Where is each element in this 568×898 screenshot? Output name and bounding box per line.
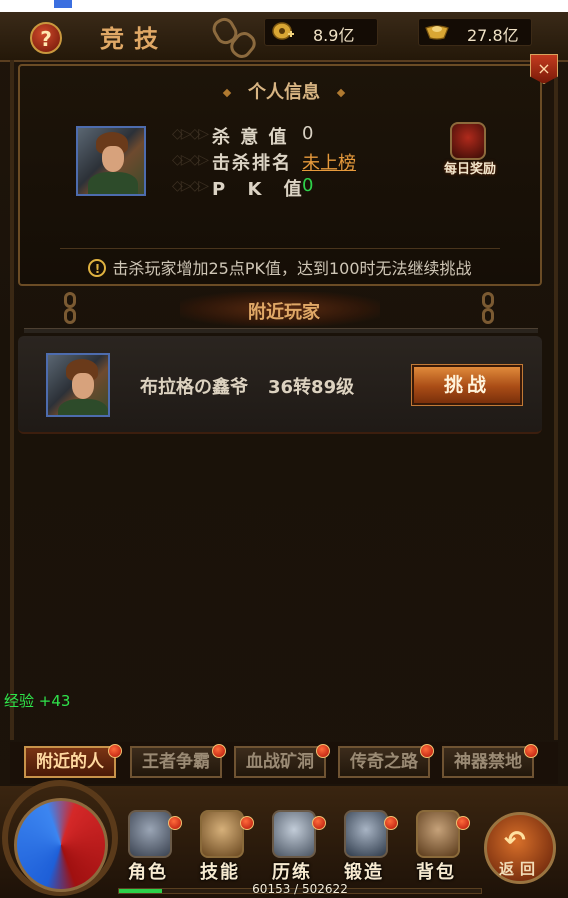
notification-dot [316,744,330,758]
kill-intent-value: 0 [302,123,314,144]
menu-label: 历练 [272,862,312,883]
notification-dot [420,744,434,758]
notification-dot [212,744,226,758]
gift-box-icon [450,122,486,160]
menu-skills[interactable]: 技能 [190,806,254,886]
backpack-icon [416,810,460,858]
return-arrow-icon: ↶ [504,826,526,856]
tab-legend-road[interactable]: 传奇之路 [338,746,430,778]
notification-dot [312,816,326,830]
menu-label: 背包 [416,862,456,883]
menu-label: 角色 [128,862,168,883]
menu-backpack[interactable]: 背包 [406,806,470,886]
kill-rank-value[interactable]: 未上榜 [302,149,356,175]
anvil-hammer-icon [344,810,388,858]
notification-dot [240,816,254,830]
menu-forge[interactable]: 锻造 [334,806,398,886]
skill-scroll-icon [200,810,244,858]
arrow-ornament: ◇▷◇▷ [172,126,209,142]
menu-label: 技能 [200,862,240,883]
kill-rank-label: 击杀排名 [212,153,292,174]
return-label: 返回 [498,860,541,878]
coin-icon [272,22,294,40]
notification-dot [456,816,470,830]
notification-dot [168,816,182,830]
notification-dot [108,744,122,758]
daily-reward-button[interactable]: 每日奖励 [432,118,508,188]
pk-notice: ! 击杀玩家增加25点PK值，达到100时无法继续挑战 [0,255,560,279]
exp-gain-text: 经验 +43 [4,692,71,710]
challenge-button[interactable]: 挑战 [411,364,523,406]
tab-nearby-people[interactable]: 附近的人 [24,746,116,778]
pk-value: 0 [302,175,314,196]
player-avatar [76,126,146,196]
notification-dot [384,816,398,830]
nearby-player-name: 布拉格の鑫爷 [140,377,248,398]
tab-king-contest[interactable]: 王者争霸 [130,746,222,778]
kill-intent-label: 杀 意 值 [212,127,289,148]
arrow-ornament: ◇▷◇▷ [172,152,209,168]
gold-currency: 8.9亿 [264,18,378,46]
nearby-player-level: 36转89级 [268,377,355,398]
diamond-ornament [222,88,232,98]
notification-dot [524,744,538,758]
notice-text: 击杀玩家增加25点PK值，达到100时无法继续挑战 [112,259,472,278]
diamond-ornament [336,88,346,98]
ingot-icon [425,25,449,40]
menu-training[interactable]: 历练 [262,806,326,886]
top-indicator [54,0,72,8]
ingot-value: 27.8亿 [467,26,519,45]
gold-value: 8.9亿 [313,26,355,45]
arrow-ornament: ◇▷◇▷ [172,178,209,194]
hp-mp-orb [14,798,108,892]
tab-artifact-forbidden[interactable]: 神器禁地 [442,746,534,778]
ingot-currency: 27.8亿 [418,18,532,46]
nearby-player-avatar [46,353,110,417]
daily-reward-label: 每日奖励 [443,162,496,177]
exp-count-text: 60153 / 502622 [252,882,348,896]
pk-label: P K 值 [212,179,310,200]
menu-label: 锻造 [344,862,384,883]
personal-info-title: 个人信息 [0,78,568,104]
winged-helm-icon [272,810,316,858]
helmet-icon [128,810,172,858]
page-title: 竞技 [100,24,168,53]
tab-bloody-mine[interactable]: 血战矿洞 [234,746,326,778]
menu-character[interactable]: 角色 [118,806,182,886]
warning-icon: ! [88,259,107,277]
nearby-players-title: 附近玩家 [248,302,320,323]
help-button[interactable]: ? [30,22,62,54]
nearby-bar [24,328,538,333]
divider [60,248,500,249]
